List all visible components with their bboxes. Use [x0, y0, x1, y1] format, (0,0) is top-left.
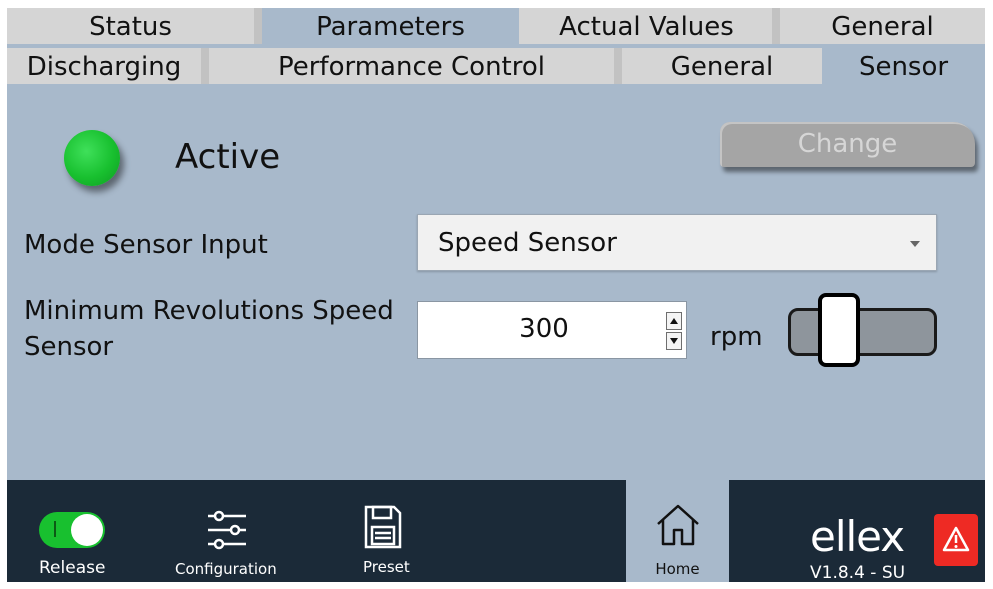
release-toggle[interactable] — [39, 512, 105, 548]
tab-actual-values[interactable]: Actual Values — [519, 8, 774, 44]
speed-slider-track[interactable] — [788, 308, 937, 356]
sub-tab-bar: Discharging Performance Control General … — [7, 48, 985, 84]
subtab-sensor[interactable]: Sensor — [822, 48, 985, 84]
spin-up-button[interactable] — [666, 312, 682, 330]
warning-icon — [942, 526, 970, 552]
subtab-performance-control[interactable]: Performance Control — [209, 48, 614, 84]
min-revolutions-value: 300 — [519, 314, 569, 344]
min-revolutions-label: Minimum Revolutions Speed Sensor — [24, 296, 394, 362]
toggle-knob — [71, 514, 103, 546]
tab-status[interactable]: Status — [7, 8, 254, 44]
subtab-general[interactable]: General — [622, 48, 822, 84]
status-led-indicator — [64, 130, 120, 186]
brand-logo: ellex — [810, 512, 905, 561]
speed-slider-knob[interactable] — [818, 293, 860, 367]
save-disk-icon[interactable] — [363, 504, 403, 550]
arrow-down-icon — [670, 338, 678, 344]
sliders-icon[interactable] — [202, 508, 252, 552]
tab-separator — [772, 8, 780, 44]
app-frame: Status Parameters Actual Values General … — [7, 8, 985, 582]
release-label: Release — [39, 558, 106, 578]
home-button[interactable]: Home — [626, 480, 729, 582]
min-revolutions-input[interactable]: 300 — [417, 301, 687, 359]
home-icon — [657, 504, 699, 546]
toggle-on-mark-icon — [54, 521, 56, 537]
tab-parameters[interactable]: Parameters — [262, 8, 519, 44]
subtab-discharging[interactable]: Discharging — [7, 48, 201, 84]
rpm-unit-label: rpm — [710, 322, 763, 352]
status-label: Active — [175, 137, 281, 177]
bottom-nav-bar: Release Configuration Preset Home ellex … — [7, 480, 985, 582]
tab-separator — [254, 8, 262, 44]
mode-sensor-input-label: Mode Sensor Input — [24, 230, 268, 260]
preset-label: Preset — [363, 558, 410, 576]
mode-sensor-input-value: Speed Sensor — [438, 228, 617, 258]
mode-sensor-input-select[interactable]: Speed Sensor — [417, 214, 937, 271]
home-label: Home — [655, 560, 700, 578]
alert-button[interactable] — [934, 514, 978, 566]
spin-down-button[interactable] — [666, 332, 682, 350]
tab-separator — [614, 48, 622, 84]
change-button[interactable]: Change — [720, 122, 975, 167]
tab-general-main[interactable]: General — [780, 8, 985, 44]
configuration-label: Configuration — [175, 560, 277, 578]
tab-separator — [201, 48, 209, 84]
arrow-up-icon — [670, 318, 678, 324]
chevron-down-icon — [910, 241, 920, 247]
main-tab-bar: Status Parameters Actual Values General — [7, 8, 985, 44]
version-label: V1.8.4 - SU — [810, 563, 906, 582]
